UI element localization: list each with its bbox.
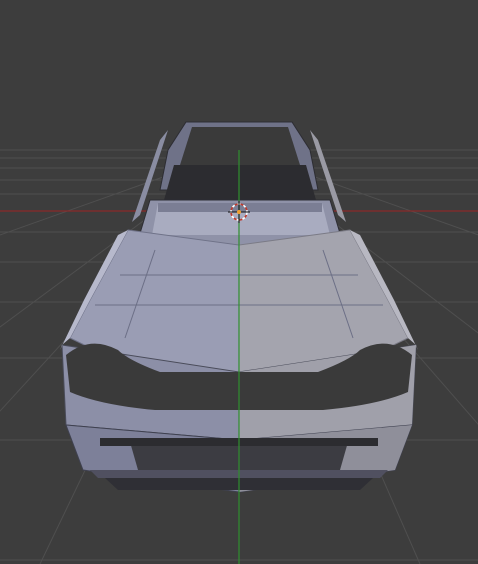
3d-viewport[interactable]: [0, 0, 478, 564]
viewport-canvas[interactable]: [0, 0, 478, 564]
